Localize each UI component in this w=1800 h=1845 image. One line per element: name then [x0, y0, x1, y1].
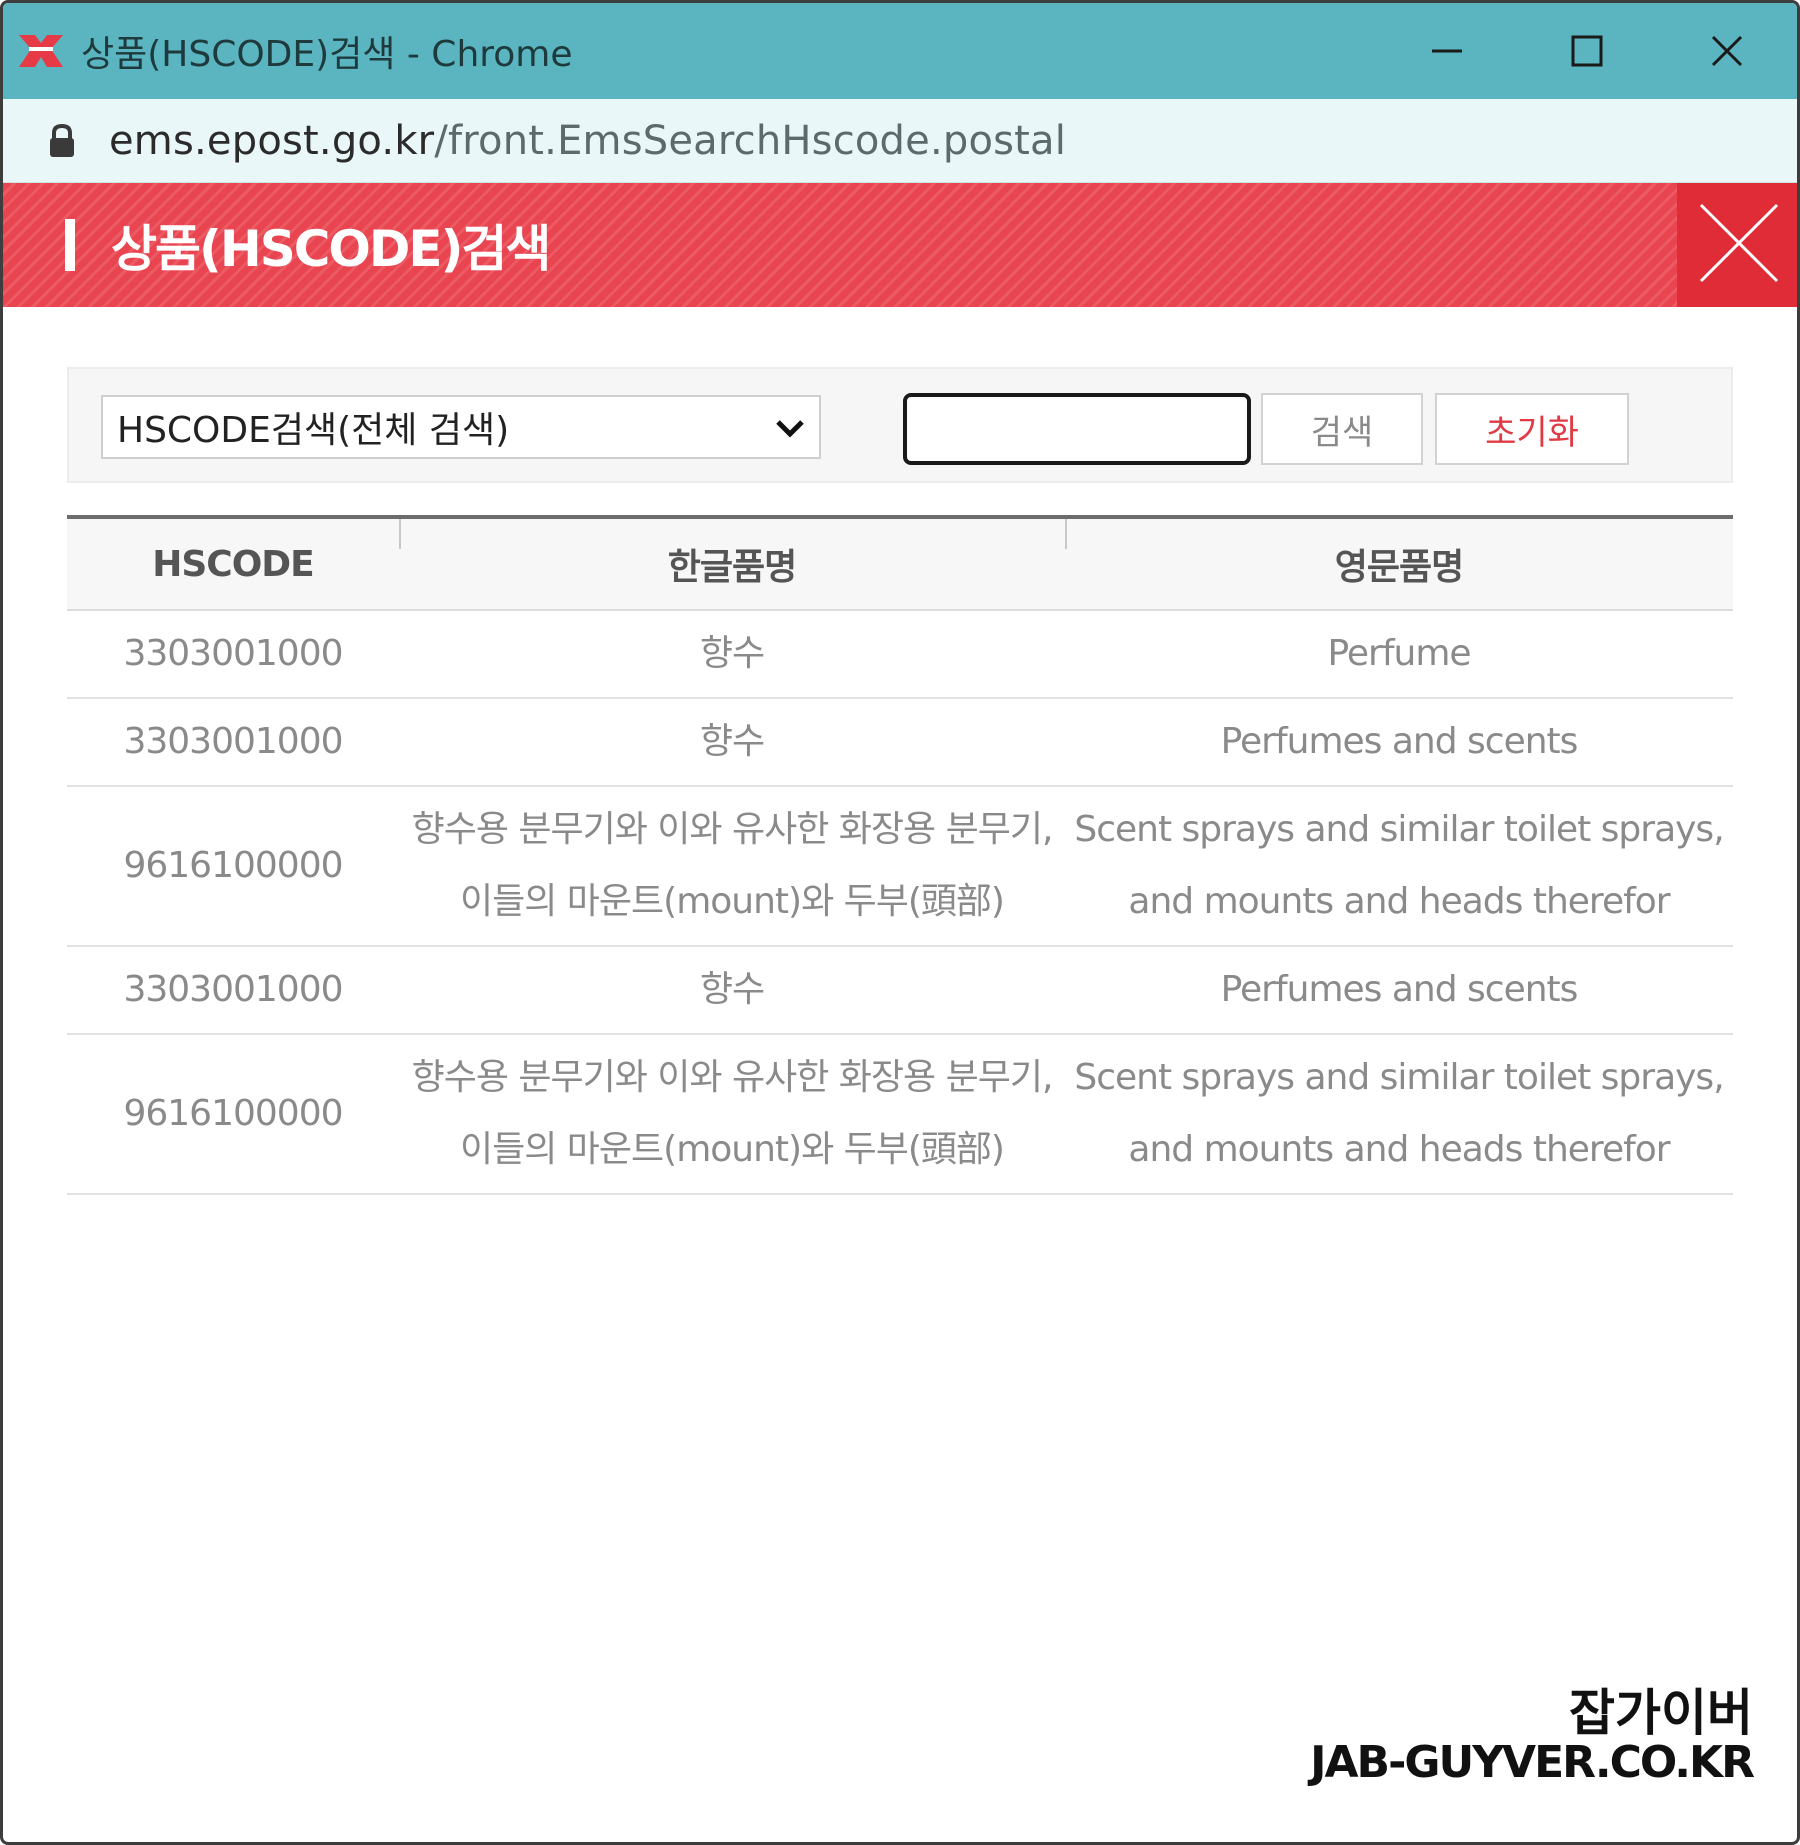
table-row[interactable]: 9616100000 향수용 분무기와 이와 유사한 화장용 분무기, 이들의 … — [67, 1035, 1733, 1195]
cell-english-name: Perfumes and scents — [1220, 969, 1579, 1010]
search-panel: HSCODE검색(전체 검색) 검색 초기화 — [67, 367, 1733, 483]
search-type-select[interactable]: HSCODE검색(전체 검색) — [101, 395, 821, 459]
close-icon — [1699, 203, 1779, 287]
cell-hscode: 3303001000 — [123, 969, 343, 1010]
window-title: 상품(HSCODE)검색 - Chrome — [81, 34, 573, 75]
reset-button[interactable]: 초기화 — [1435, 393, 1629, 465]
search-input[interactable] — [903, 393, 1251, 465]
cell-english-name: Scent sprays and similar toilet sprays, … — [1074, 809, 1724, 922]
watermark-domain: JAB-GUYVER.CO.KR — [1310, 1737, 1755, 1788]
header-korean-name: 한글품명 — [399, 519, 1065, 609]
cell-english-name: Perfume — [1327, 633, 1471, 674]
table-row[interactable]: 3303001000 향수 Perfumes and scents — [67, 947, 1733, 1035]
chevron-down-icon — [775, 415, 805, 441]
cell-hscode: 3303001000 — [123, 721, 343, 762]
lock-icon — [47, 123, 77, 159]
watermark: 잡가이버 JAB-GUYVER.CO.KR — [1277, 1667, 1797, 1807]
cell-korean-name: 향수 — [699, 969, 765, 1010]
search-type-value: HSCODE검색(전체 검색) — [117, 410, 510, 451]
url-text[interactable]: ems.epost.go.kr/front.EmsSearchHscode.po… — [109, 118, 1066, 164]
cell-hscode: 9616100000 — [123, 1093, 343, 1134]
address-bar[interactable]: ems.epost.go.kr/front.EmsSearchHscode.po… — [3, 99, 1797, 183]
cell-korean-name: 향수용 분무기와 이와 유사한 화장용 분무기, 이들의 마운트(mount)와… — [411, 809, 1054, 922]
cell-english-name: Perfumes and scents — [1220, 721, 1579, 762]
cell-korean-name: 향수 — [699, 721, 765, 762]
cell-korean-name: 향수용 분무기와 이와 유사한 화장용 분무기, 이들의 마운트(mount)와… — [411, 1057, 1054, 1170]
window-titlebar[interactable]: 상품(HSCODE)검색 - Chrome — [3, 3, 1797, 99]
table-row[interactable]: 3303001000 향수 Perfumes and scents — [67, 699, 1733, 787]
popup-window: 상품(HSCODE)검색 - Chrome ems.epost.go.kr/fr… — [0, 0, 1800, 1845]
modal-header: 상품(HSCODE)검색 — [3, 183, 1677, 307]
minimize-icon[interactable] — [1377, 3, 1517, 99]
hscode-results-table: HSCODE 한글품명 영문품명 3303001000 향수 Perfume 3… — [67, 515, 1733, 1195]
table-header: HSCODE 한글품명 영문품명 — [67, 519, 1733, 611]
cell-english-name: Scent sprays and similar toilet sprays, … — [1074, 1057, 1724, 1170]
cell-hscode: 3303001000 — [123, 633, 343, 674]
cell-korean-name: 향수 — [699, 633, 765, 674]
table-row[interactable]: 3303001000 향수 Perfume — [67, 611, 1733, 699]
table-row[interactable]: 9616100000 향수용 분무기와 이와 유사한 화장용 분무기, 이들의 … — [67, 787, 1733, 947]
modal-close-button[interactable] — [1677, 183, 1797, 307]
header-english-name: 영문품명 — [1065, 519, 1733, 609]
url-path: /front.EmsSearchHscode.postal — [434, 117, 1067, 164]
cell-hscode: 9616100000 — [123, 845, 343, 886]
epost-logo-icon — [15, 29, 67, 73]
window-controls — [1377, 3, 1797, 99]
url-host: ems.epost.go.kr — [109, 117, 435, 164]
watermark-brand: 잡가이버 — [1569, 1684, 1753, 1742]
modal-title: 상품(HSCODE)검색 — [111, 220, 551, 278]
maximize-icon[interactable] — [1517, 3, 1657, 99]
header-hscode: HSCODE — [152, 543, 315, 585]
search-button[interactable]: 검색 — [1261, 393, 1423, 465]
close-icon[interactable] — [1657, 3, 1797, 99]
header-accent-bar — [65, 219, 75, 271]
